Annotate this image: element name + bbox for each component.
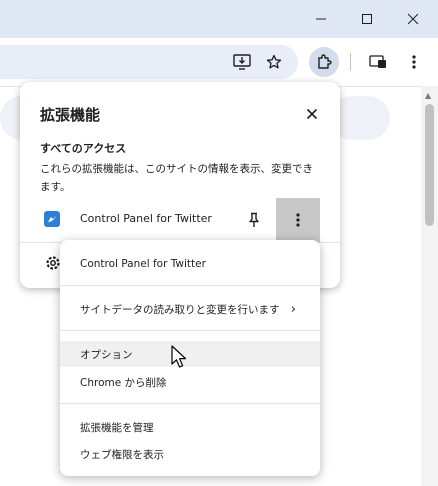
twitter-extension-icon [44,211,60,227]
minimize-button[interactable] [298,0,344,38]
extension-name[interactable]: Control Panel for Twitter [80,212,212,225]
close-icon [407,13,419,25]
install-app-icon [233,54,251,70]
menu-separator [60,403,320,404]
bookmark-button[interactable] [259,47,289,77]
chevron-right-icon: › [290,302,296,317]
menu-item-permissions[interactable]: ウェブ権限を表示 [60,441,320,467]
kebab-menu-icon [296,213,300,227]
menu-separator [60,285,320,286]
close-window-button[interactable] [390,0,436,38]
title-bar [0,0,438,38]
menu-separator [60,330,320,331]
cast-icon [369,55,386,68]
browser-menu-button[interactable] [399,47,429,77]
extension-more-button[interactable] [276,198,320,242]
menu-item-site-data-label: サイトデータの読み取りと変更を行います [80,303,280,316]
popup-close-button[interactable] [300,102,324,126]
bookmark-star-icon [266,54,282,69]
maximize-button[interactable] [344,0,390,38]
extensions-button[interactable] [309,47,339,77]
menu-item-extension-name[interactable]: Control Panel for Twitter [60,251,320,277]
menu-item-remove[interactable]: Chrome から削除 [60,369,320,395]
pin-icon [249,212,259,227]
toolbar-separator [350,53,351,71]
access-description: これらの拡張機能は、このサイトの情報を表示、変更できます。 [40,163,313,193]
pin-button[interactable] [244,210,264,230]
install-app-button[interactable] [227,47,257,77]
close-icon [306,108,318,120]
maximize-icon [362,14,372,24]
mouse-cursor-icon [171,345,187,368]
extension-row[interactable]: Control Panel for Twitter [20,198,340,242]
browser-toolbar [0,38,438,86]
popup-title: 拡張機能 [40,106,101,124]
scroll-up-arrow-icon[interactable]: ▲ [425,91,431,100]
kebab-menu-icon [412,55,416,69]
menu-item-manage[interactable]: 拡張機能を管理 [60,414,320,440]
menu-item-site-data[interactable]: サイトデータの読み取りと変更を行います › [60,296,320,322]
cast-button[interactable] [363,47,393,77]
extensions-puzzle-icon [318,54,332,69]
minimize-icon [316,18,326,20]
scrollbar-thumb[interactable] [425,104,434,226]
access-heading: すべてのアクセス [40,142,127,155]
